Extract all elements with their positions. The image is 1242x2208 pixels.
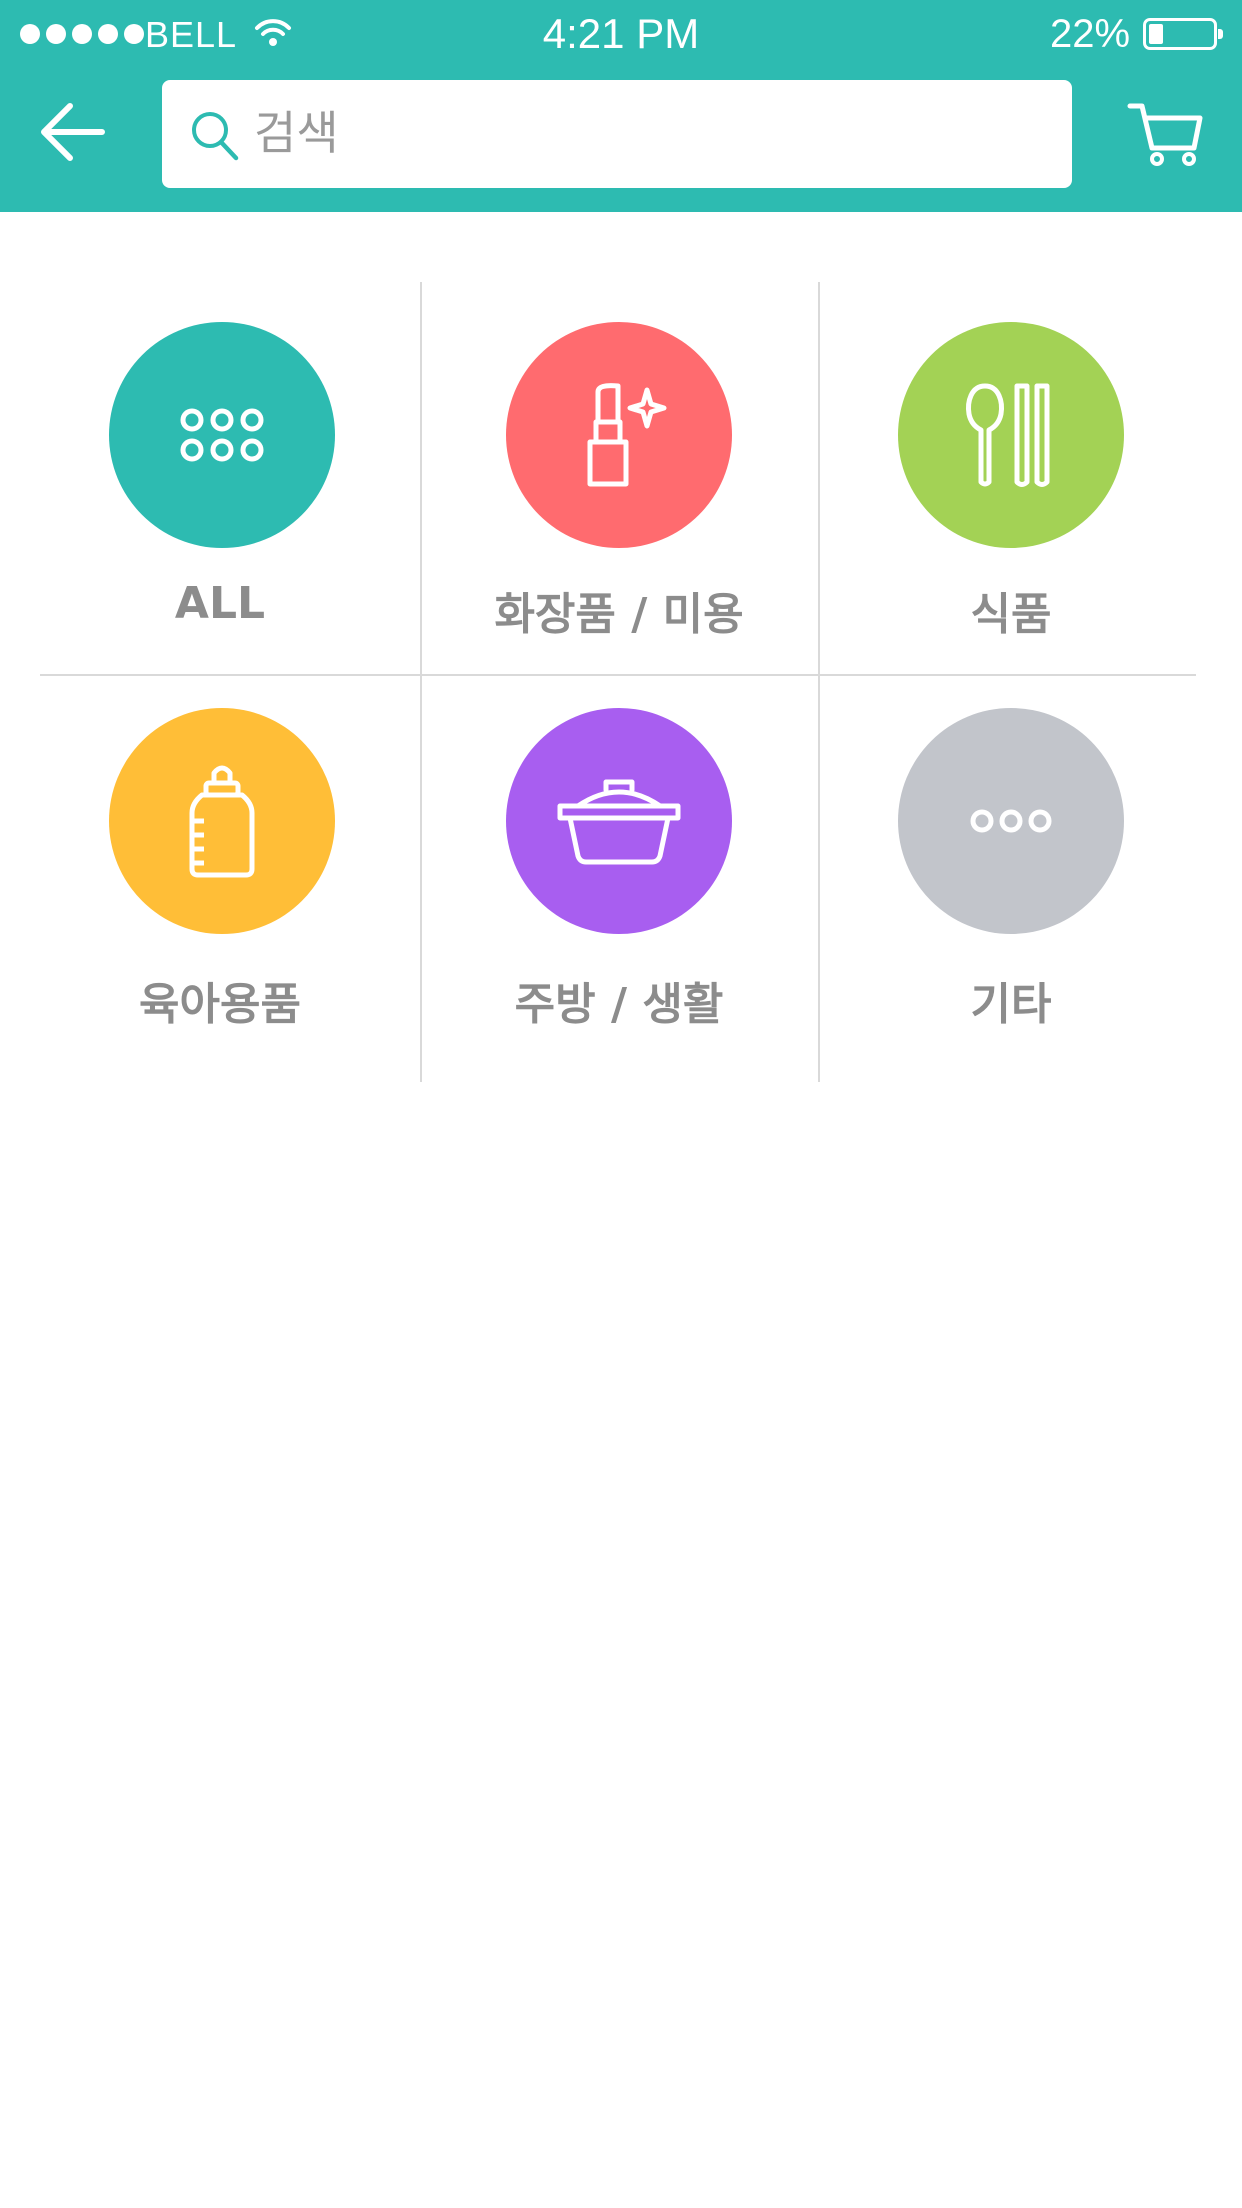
search-icon [192, 112, 239, 161]
lipstick-icon [587, 383, 667, 487]
pot-icon [557, 779, 681, 865]
category-grid: ALL 화장품 / 미용 식품 육아용품 주방 / 생활 기타 [0, 282, 1242, 1082]
category-label: 주방 / 생활 [514, 979, 724, 1030]
grid-dots-icon [180, 408, 264, 462]
category-label: 식품 [970, 589, 1052, 640]
category-beauty-circle [506, 322, 732, 548]
category-label: 육아용품 [139, 979, 301, 1030]
search-input[interactable] [254, 102, 1034, 164]
category-label: 화장품 / 미용 [494, 589, 744, 640]
category-food-circle [898, 322, 1124, 548]
battery-icon [1143, 18, 1223, 50]
category-all[interactable]: ALL [20, 282, 420, 674]
category-kitchen[interactable]: 주방 / 생활 [420, 676, 818, 1082]
battery-percent: 22% [1050, 12, 1131, 56]
category-label: ALL [174, 578, 266, 629]
more-dots-icon [970, 809, 1052, 833]
category-baby-circle [109, 708, 335, 934]
status-bar: BELL 4:21 PM 22% [0, 0, 1242, 70]
search-bar[interactable] [162, 80, 1072, 188]
cart-icon[interactable] [1126, 100, 1206, 168]
category-etc-circle [898, 708, 1124, 934]
category-label: 기타 [970, 979, 1052, 1030]
category-etc[interactable]: 기타 [818, 676, 1204, 1082]
category-all-circle [109, 322, 335, 548]
category-beauty[interactable]: 화장품 / 미용 [420, 282, 818, 674]
baby-bottle-icon [189, 765, 255, 878]
back-arrow-icon[interactable] [38, 96, 110, 168]
category-food[interactable]: 식품 [818, 282, 1204, 674]
spoon-chopsticks-icon [966, 383, 1050, 487]
category-kitchen-circle [506, 708, 732, 934]
category-baby[interactable]: 육아용품 [20, 676, 420, 1082]
top-bar: BELL 4:21 PM 22% [0, 0, 1242, 212]
